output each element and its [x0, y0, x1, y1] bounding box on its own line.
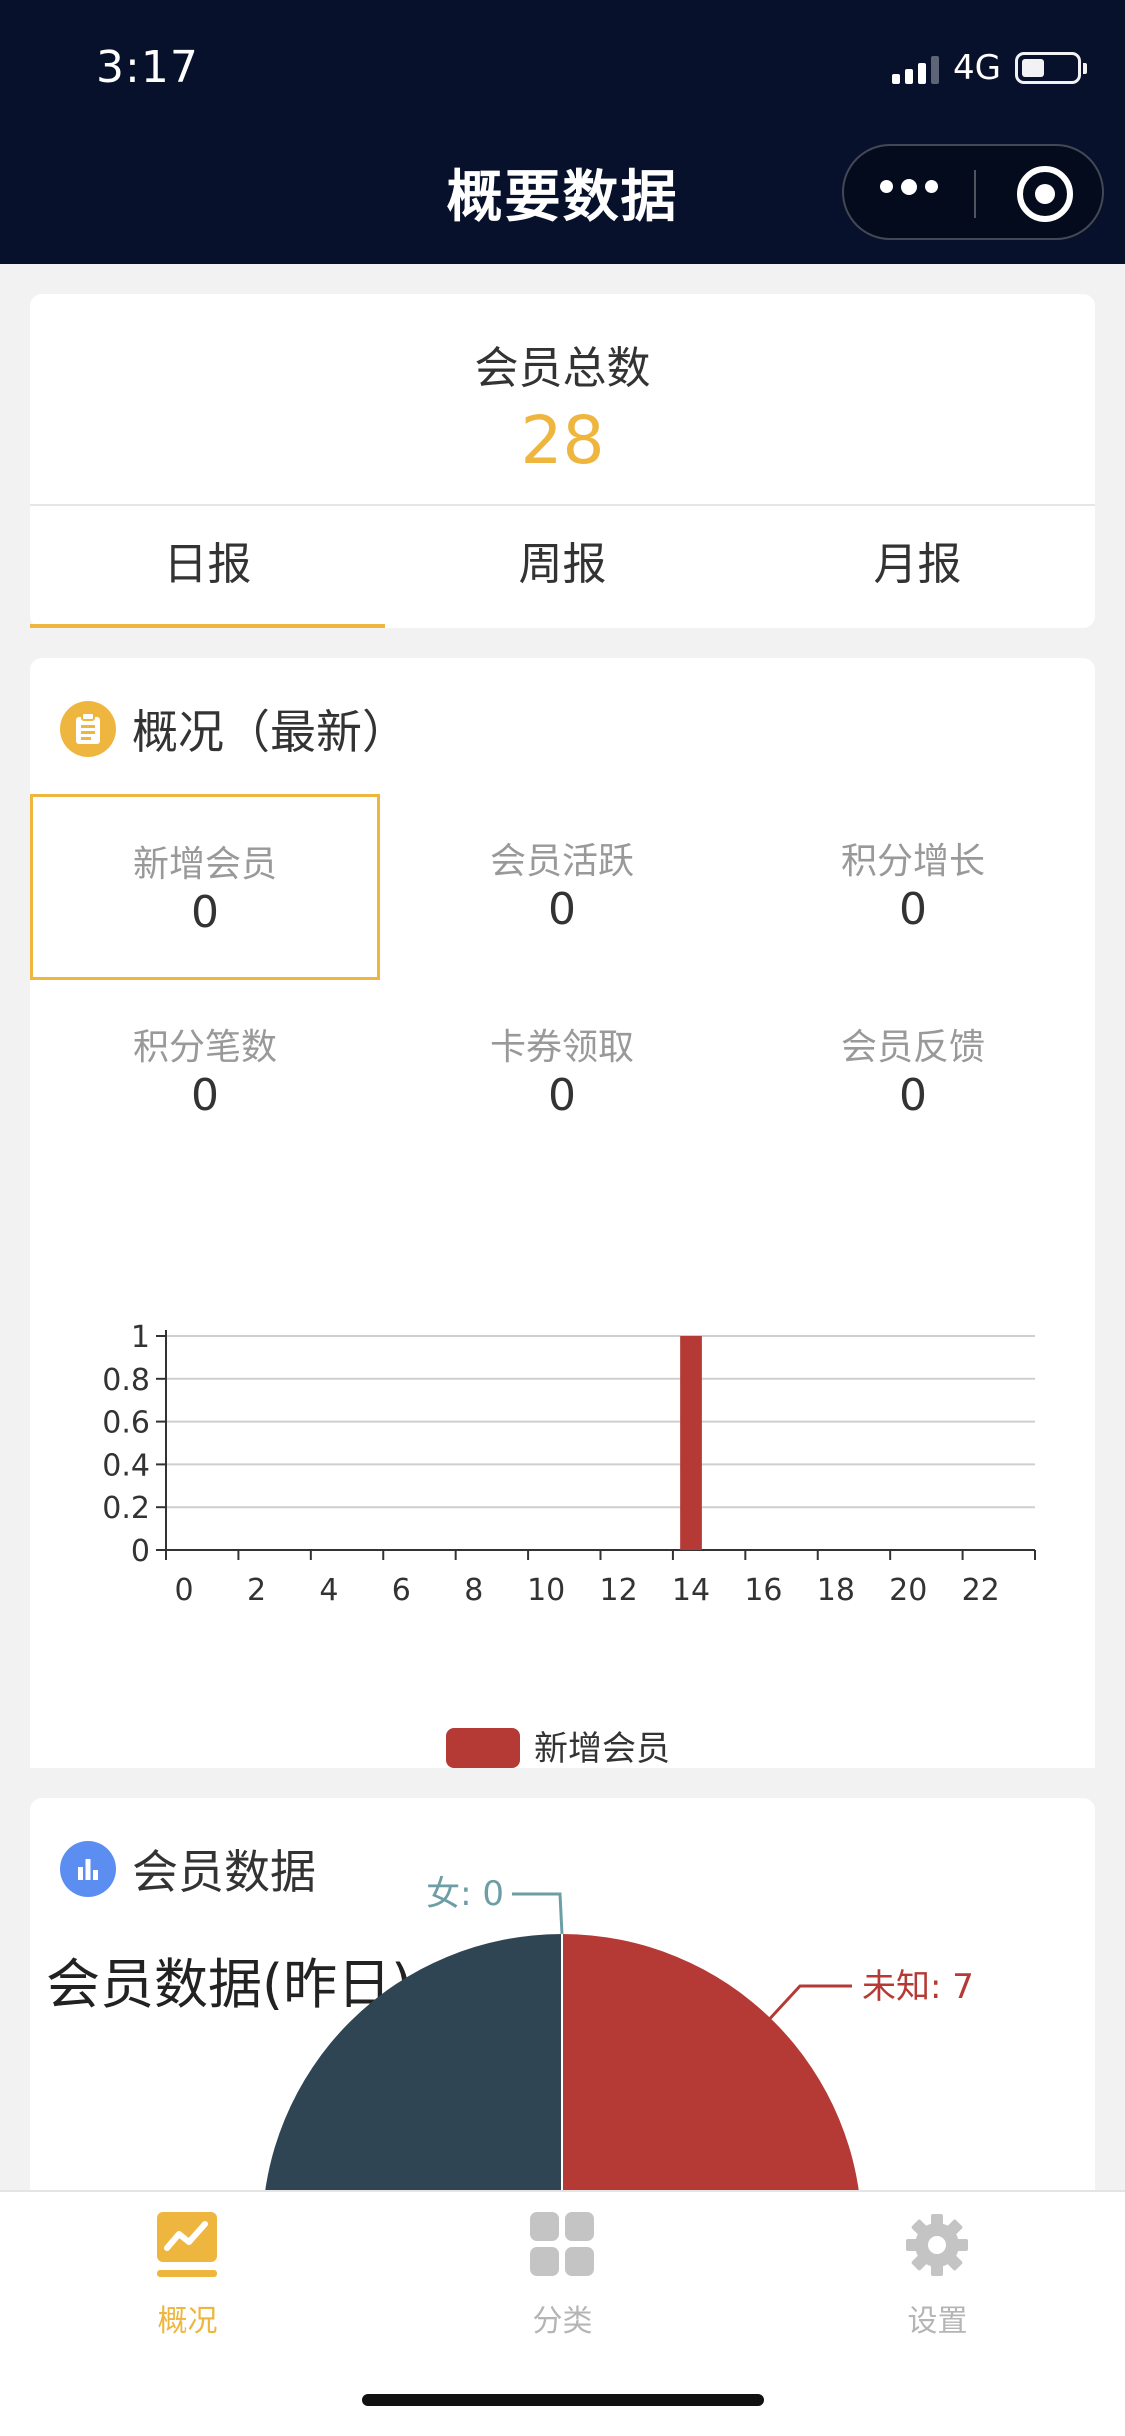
top-bar: 3:17 4G 概要数据 [0, 0, 1125, 264]
metric-value: 0 [899, 884, 927, 935]
overview-header: 概况（最新） [60, 696, 408, 762]
tab-category[interactable]: 分类 [375, 2192, 750, 2352]
tab-weekly[interactable]: 周报 [385, 506, 740, 628]
y-tick-label: 0.6 [102, 1406, 150, 1441]
metric-points-transactions[interactable]: 积分笔数 0 [30, 980, 380, 1166]
report-tabs: 日报 周报 月报 [30, 506, 1095, 628]
y-tick-label: 1 [131, 1320, 150, 1355]
tab-overview[interactable]: 概况 [0, 2192, 375, 2352]
metric-value: 0 [899, 1070, 927, 1121]
status-indicators: 4G [892, 48, 1087, 88]
metric-label: 会员活跃 [489, 841, 634, 882]
x-tick-label: 10 [527, 1573, 565, 1608]
x-tick-label: 14 [672, 1573, 710, 1608]
total-members-value: 28 [520, 402, 605, 479]
grid-icon [530, 2210, 594, 2280]
tab-settings[interactable]: 设置 [750, 2192, 1125, 2352]
x-tick-label: 12 [600, 1573, 638, 1608]
summary-card: 会员总数 28 日报 周报 月报 [30, 294, 1095, 628]
metric-label: 会员反馈 [840, 1027, 985, 1068]
y-tick-label: 0.4 [102, 1448, 150, 1483]
tab-label: 设置 [907, 2304, 968, 2339]
x-tick-label: 4 [319, 1573, 338, 1608]
new-members-bar-chart: 00.20.40.60.810 2 4 6 8 10 12 14 16 18 20 22新增会员 [102, 1320, 1036, 1768]
pie-label: 女: 0 [426, 1874, 504, 1914]
capsule-divider [974, 170, 976, 218]
metric-member-feedback[interactable]: 会员反馈 0 [738, 980, 1088, 1166]
x-tick-label: 2 [247, 1573, 266, 1608]
metric-value: 0 [548, 884, 576, 935]
signal-icon [892, 52, 940, 84]
metric-value: 0 [191, 887, 219, 938]
y-tick-label: 0.2 [102, 1491, 150, 1526]
pie-slice [562, 1934, 860, 2198]
metric-active-members[interactable]: 会员活跃 0 [387, 794, 737, 980]
metric-label: 卡券领取 [489, 1027, 634, 1068]
metric-value: 0 [191, 1070, 219, 1121]
tab-daily[interactable]: 日报 [30, 506, 385, 628]
home-indicator [362, 2394, 764, 2406]
battery-icon [1015, 52, 1087, 84]
network-type: 4G [953, 48, 1001, 88]
metric-label: 新增会员 [132, 844, 277, 885]
x-tick-label: 18 [817, 1573, 855, 1608]
x-tick-label: 16 [744, 1573, 782, 1608]
overview-card: 概况（最新） 新增会员 0 会员活跃 0 积分增长 0 积分笔数 0 卡券领取 … [30, 658, 1095, 1768]
legend-label: 新增会员 [534, 1729, 670, 1768]
x-tick-label: 22 [962, 1573, 1000, 1608]
total-members-label: 会员总数 [474, 343, 651, 394]
gear-icon [905, 2210, 969, 2280]
mini-program-capsule [842, 144, 1104, 240]
bar [680, 1336, 702, 1550]
metric-label: 积分增长 [840, 841, 985, 882]
y-tick-label: 0.8 [102, 1363, 150, 1398]
more-icon[interactable] [880, 179, 938, 195]
status-time: 3:17 [96, 42, 199, 93]
member-data-card: 会员数据 会员数据(昨日) 女: 0 未知: 7 [30, 1798, 1095, 2198]
tab-monthly[interactable]: 月报 [740, 506, 1095, 628]
legend-swatch [446, 1728, 520, 1768]
metric-points-growth[interactable]: 积分增长 0 [738, 794, 1088, 980]
metric-label: 积分笔数 [132, 1027, 277, 1068]
close-miniprogram-icon[interactable] [1017, 166, 1073, 222]
clipboard-icon [60, 701, 116, 757]
overview-title: 概况（最新） [132, 705, 408, 759]
chart-line-icon [155, 2210, 219, 2280]
tab-label: 分类 [532, 2304, 593, 2339]
x-tick-label: 0 [175, 1573, 194, 1608]
member-pie-chart: 女: 0 未知: 7 [264, 1874, 974, 2198]
pie-slice [264, 1934, 562, 2198]
y-tick-label: 0 [131, 1534, 150, 1569]
metric-value: 0 [548, 1070, 576, 1121]
metric-new-members[interactable]: 新增会员 0 [30, 794, 380, 980]
x-tick-label: 8 [464, 1573, 483, 1608]
x-tick-label: 6 [392, 1573, 411, 1608]
pie-label: 未知: 7 [862, 1967, 974, 2007]
x-tick-label: 20 [889, 1573, 927, 1608]
pie-label-line [512, 1892, 564, 1935]
tab-label: 概况 [157, 2304, 218, 2339]
metric-coupons-claimed[interactable]: 卡券领取 0 [387, 980, 737, 1166]
